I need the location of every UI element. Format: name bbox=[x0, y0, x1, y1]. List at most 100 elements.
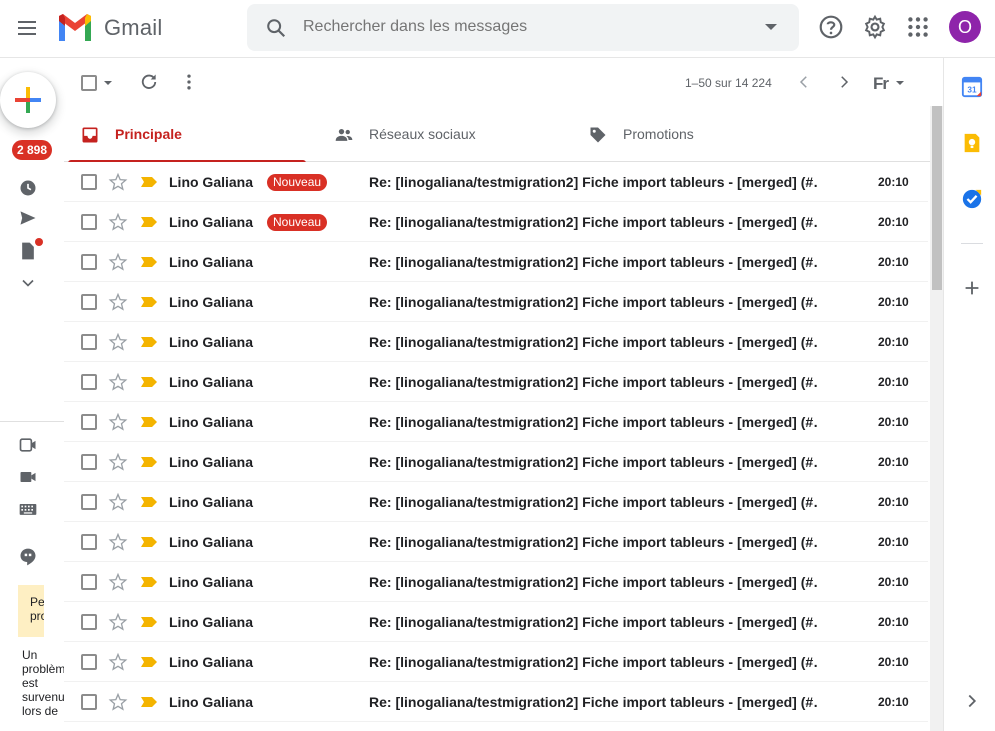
sender-name: Lino Galiana bbox=[169, 414, 254, 430]
important-marker-icon[interactable] bbox=[140, 256, 158, 268]
star-icon[interactable] bbox=[108, 612, 128, 632]
important-marker-icon[interactable] bbox=[140, 456, 158, 468]
help-icon[interactable] bbox=[818, 14, 844, 40]
important-marker-icon[interactable] bbox=[140, 536, 158, 548]
row-checkbox[interactable] bbox=[81, 334, 97, 350]
star-icon[interactable] bbox=[108, 452, 128, 472]
row-checkbox[interactable] bbox=[81, 574, 97, 590]
tab-label: Réseaux sociaux bbox=[369, 126, 476, 142]
compose-button[interactable] bbox=[0, 72, 56, 128]
email-row[interactable]: Lino Galiana Re: [linogaliana/testmigrati… bbox=[64, 402, 928, 442]
keyboard-icon[interactable] bbox=[18, 499, 38, 519]
important-marker-icon[interactable] bbox=[140, 336, 158, 348]
star-icon[interactable] bbox=[108, 292, 128, 312]
star-icon[interactable] bbox=[108, 172, 128, 192]
gmail-logo[interactable]: Gmail bbox=[56, 13, 162, 43]
important-marker-icon[interactable] bbox=[140, 376, 158, 388]
email-row[interactable]: Lino Galiana Nouveau Re: [linogaliana/test… bbox=[64, 162, 928, 202]
star-icon[interactable] bbox=[108, 412, 128, 432]
row-checkbox[interactable] bbox=[81, 654, 97, 670]
star-icon[interactable] bbox=[108, 572, 128, 592]
email-row[interactable]: Lino Galiana Re: [linogaliana/testmigrati… bbox=[64, 642, 928, 682]
star-icon[interactable] bbox=[108, 492, 128, 512]
scrollbar-thumb[interactable] bbox=[932, 106, 942, 290]
more-options-icon[interactable] bbox=[179, 72, 199, 92]
main-menu-icon[interactable] bbox=[14, 15, 40, 41]
important-marker-icon[interactable] bbox=[140, 696, 158, 708]
refresh-icon[interactable] bbox=[139, 72, 159, 92]
row-checkbox[interactable] bbox=[81, 374, 97, 390]
account-avatar[interactable]: O bbox=[949, 11, 981, 43]
input-tools-button[interactable]: Fr bbox=[873, 74, 889, 94]
star-icon[interactable] bbox=[108, 212, 128, 232]
star-icon[interactable] bbox=[108, 372, 128, 392]
hangouts-chat-icon[interactable] bbox=[18, 547, 38, 567]
email-row[interactable]: Lino Galiana Re: [linogaliana/testmigrati… bbox=[64, 482, 928, 522]
email-row[interactable]: Lino Galiana Re: [linogaliana/testmigrati… bbox=[64, 442, 928, 482]
sent-icon[interactable] bbox=[18, 208, 38, 228]
email-row[interactable]: Lino Galiana Nouveau Re: [linogaliana/test… bbox=[64, 202, 928, 242]
search-input[interactable] bbox=[303, 18, 743, 36]
sender-name: Lino Galiana bbox=[169, 614, 254, 630]
snoozed-clock-icon[interactable] bbox=[18, 178, 38, 198]
calendar-icon[interactable]: 31 bbox=[961, 76, 983, 98]
more-chevron-down-icon[interactable] bbox=[18, 273, 38, 293]
row-checkbox[interactable] bbox=[81, 254, 97, 270]
join-meeting-icon[interactable] bbox=[18, 467, 38, 487]
search-options-icon[interactable] bbox=[765, 24, 777, 30]
row-checkbox[interactable] bbox=[81, 414, 97, 430]
select-dropdown-icon[interactable] bbox=[103, 78, 113, 88]
show-side-panel-chevron-icon[interactable] bbox=[961, 690, 983, 712]
row-checkbox[interactable] bbox=[81, 214, 97, 230]
important-marker-icon[interactable] bbox=[140, 616, 158, 628]
important-marker-icon[interactable] bbox=[140, 416, 158, 428]
star-icon[interactable] bbox=[108, 252, 128, 272]
star-icon[interactable] bbox=[108, 652, 128, 672]
star-icon[interactable] bbox=[108, 332, 128, 352]
email-row[interactable]: Lino Galiana Re: [linogaliana/testmigrati… bbox=[64, 562, 928, 602]
search-bar[interactable] bbox=[247, 4, 799, 51]
keep-icon[interactable] bbox=[961, 132, 983, 154]
email-row[interactable]: Lino Galiana Re: [linogaliana/testmigrati… bbox=[64, 682, 928, 722]
important-marker-icon[interactable] bbox=[140, 496, 158, 508]
important-marker-icon[interactable] bbox=[140, 296, 158, 308]
row-checkbox[interactable] bbox=[81, 494, 97, 510]
tab-label: Principale bbox=[115, 126, 182, 142]
inbox-unread-badge[interactable]: 2 898 bbox=[12, 140, 53, 160]
email-row[interactable]: Lino Galiana Re: [linogaliana/testmigrati… bbox=[64, 282, 928, 322]
email-row[interactable]: Lino Galiana Re: [linogaliana/testmigrati… bbox=[64, 322, 928, 362]
star-icon[interactable] bbox=[108, 692, 128, 712]
email-row[interactable]: Lino Galiana Re: [linogaliana/testmigrati… bbox=[64, 242, 928, 282]
row-checkbox[interactable] bbox=[81, 534, 97, 550]
tasks-icon[interactable] bbox=[961, 188, 983, 210]
tab-principale[interactable]: Principale bbox=[64, 106, 318, 163]
important-marker-icon[interactable] bbox=[140, 576, 158, 588]
important-marker-icon[interactable] bbox=[140, 656, 158, 668]
important-marker-icon[interactable] bbox=[140, 216, 158, 228]
select-all-checkbox[interactable] bbox=[81, 75, 97, 91]
tab-reseaux-sociaux[interactable]: Réseaux sociaux bbox=[318, 106, 572, 162]
important-marker-icon[interactable] bbox=[140, 176, 158, 188]
row-checkbox[interactable] bbox=[81, 294, 97, 310]
row-checkbox[interactable] bbox=[81, 454, 97, 470]
next-page-chevron-icon[interactable] bbox=[835, 73, 853, 91]
new-meeting-icon[interactable] bbox=[18, 435, 38, 455]
settings-gear-icon[interactable] bbox=[862, 14, 888, 40]
email-time: 20:10 bbox=[878, 535, 909, 549]
row-checkbox[interactable] bbox=[81, 174, 97, 190]
star-icon[interactable] bbox=[108, 532, 128, 552]
row-checkbox[interactable] bbox=[81, 694, 97, 710]
apps-grid-icon[interactable] bbox=[905, 14, 931, 40]
email-row[interactable]: Lino Galiana Re: [linogaliana/testmigrati… bbox=[64, 602, 928, 642]
people-icon bbox=[335, 129, 353, 141]
tab-promotions[interactable]: Promotions bbox=[572, 106, 826, 162]
email-time: 20:10 bbox=[878, 255, 909, 269]
email-row[interactable]: Lino Galiana Re: [linogaliana/testmigrati… bbox=[64, 522, 928, 562]
search-icon[interactable] bbox=[265, 17, 287, 39]
scrollbar[interactable] bbox=[930, 106, 943, 731]
get-addons-plus-icon[interactable] bbox=[961, 277, 983, 299]
email-row[interactable]: Lino Galiana Re: [linogaliana/testmigrati… bbox=[64, 362, 928, 402]
input-tools-dropdown-icon[interactable] bbox=[895, 78, 905, 88]
row-checkbox[interactable] bbox=[81, 614, 97, 630]
previous-page-chevron-icon[interactable] bbox=[795, 73, 813, 91]
